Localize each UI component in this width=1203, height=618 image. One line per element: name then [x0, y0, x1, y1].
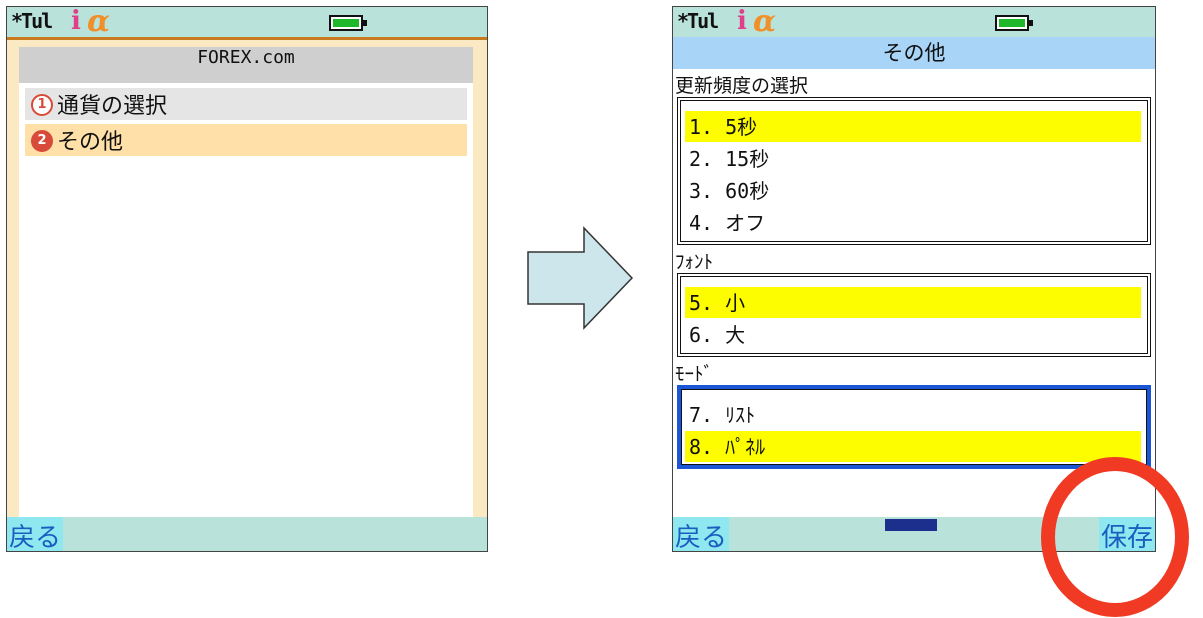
imode-icon: i — [737, 6, 747, 36]
signal-icon: *Tul — [677, 9, 719, 33]
highlight-circle — [1041, 457, 1189, 617]
update-frequency-label: 更新頻度の選択 — [675, 75, 809, 97]
menu-item-other[interactable]: 2 その他 — [25, 124, 467, 156]
number-2-icon: 2 — [31, 130, 53, 152]
option-panel[interactable]: 8. ﾊﾟﾈﾙ — [685, 431, 1141, 462]
status-bar: *Tul i α — [7, 7, 487, 40]
option-font-small[interactable]: 5. 小 — [685, 287, 1141, 318]
font-list[interactable]: 5. 小 6. 大 — [677, 273, 1151, 357]
option-font-large[interactable]: 6. 大 — [685, 319, 1141, 350]
phone-screen-main-menu: *Tul i α FOREX.com 1 通貨の選択 2 その他 戻る — [6, 6, 488, 552]
battery-icon — [995, 15, 1033, 31]
imode-icon: i — [71, 6, 81, 36]
menu-item-label: 通貨の選択 — [57, 94, 168, 119]
battery-icon — [329, 15, 367, 31]
page-title: FOREX.com — [19, 47, 473, 83]
option-15sec[interactable]: 2. 15秒 — [685, 143, 1141, 174]
mode-list[interactable]: 7. ﾘｽﾄ 8. ﾊﾟﾈﾙ — [677, 385, 1151, 469]
option-60sec[interactable]: 3. 60秒 — [685, 175, 1141, 206]
back-softkey[interactable]: 戻る — [7, 517, 64, 551]
option-list[interactable]: 7. ﾘｽﾄ — [685, 399, 1141, 430]
option-off[interactable]: 4. オフ — [685, 207, 1141, 238]
status-bar: *Tul i α — [673, 6, 1155, 39]
page-title: その他 — [673, 37, 1155, 69]
update-frequency-list[interactable]: 1. 5秒 2. 15秒 3. 60秒 4. オフ — [677, 97, 1151, 245]
right-arrow-icon — [527, 226, 634, 330]
font-label: ﾌｫﾝﾄ — [675, 251, 714, 273]
center-key-indicator — [885, 519, 937, 531]
alpha-icon: α — [753, 6, 777, 39]
softkey-bar: 戻る — [7, 517, 487, 551]
menu-item-label: その他 — [57, 130, 124, 155]
mode-label: ﾓｰﾄﾞ — [675, 363, 714, 385]
menu-item-currency-select[interactable]: 1 通貨の選択 — [25, 88, 467, 120]
alpha-icon: α — [87, 6, 111, 39]
back-softkey[interactable]: 戻る — [673, 517, 730, 551]
number-1-icon: 1 — [31, 94, 53, 116]
signal-icon: *Tul — [11, 9, 53, 33]
option-5sec[interactable]: 1. 5秒 — [685, 111, 1141, 142]
